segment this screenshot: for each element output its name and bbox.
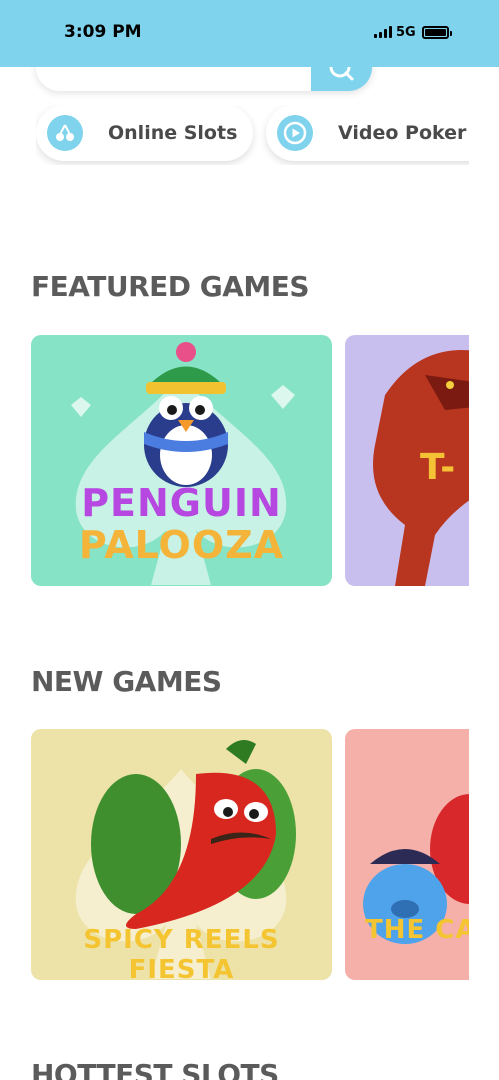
game-title-line-2: PALOOZA [78,523,285,567]
status-indicators: 5G [374,24,452,40]
featured-games-carousel: PENGUIN PALOOZA T- [31,335,469,587]
category-video-poker[interactable]: Video Poker [266,105,469,161]
new-games-carousel: SPICY REELS FIESTA THE CA [31,729,469,981]
status-time: 3:09 PM [64,22,142,42]
game-card-spicy-reels-fiesta[interactable]: SPICY REELS FIESTA [31,729,332,980]
battery-icon [421,25,452,39]
section-title-featured: FEATURED GAMES [31,270,310,303]
game-card-penguin-palooza[interactable]: PENGUIN PALOOZA [31,335,332,586]
penguin-character-icon [144,342,228,487]
play-icon [277,115,313,151]
category-pills: Online Slots Video Poker [36,105,469,165]
game-card-the-ca[interactable]: THE CA [345,729,469,980]
section-title-new: NEW GAMES [31,665,222,698]
category-online-slots[interactable]: Online Slots [36,105,253,161]
game-title: THE CA [365,915,469,945]
game-title: SPICY REELS FIESTA [83,925,280,980]
chili-pepper-icon [91,740,296,929]
category-label: Online Slots [108,122,238,144]
network-type: 5G [396,24,416,40]
section-title-hottest: HOTTEST SLOTS [31,1058,279,1080]
game-title: T- [420,447,457,488]
game-title-line-1: PENGUIN [81,481,282,525]
signal-icon [374,26,392,38]
cherries-icon [47,115,83,151]
game-card-dino[interactable]: T- [345,335,469,586]
status-bar: 3:09 PM 5G [0,0,499,67]
category-label: Video Poker [338,122,467,144]
